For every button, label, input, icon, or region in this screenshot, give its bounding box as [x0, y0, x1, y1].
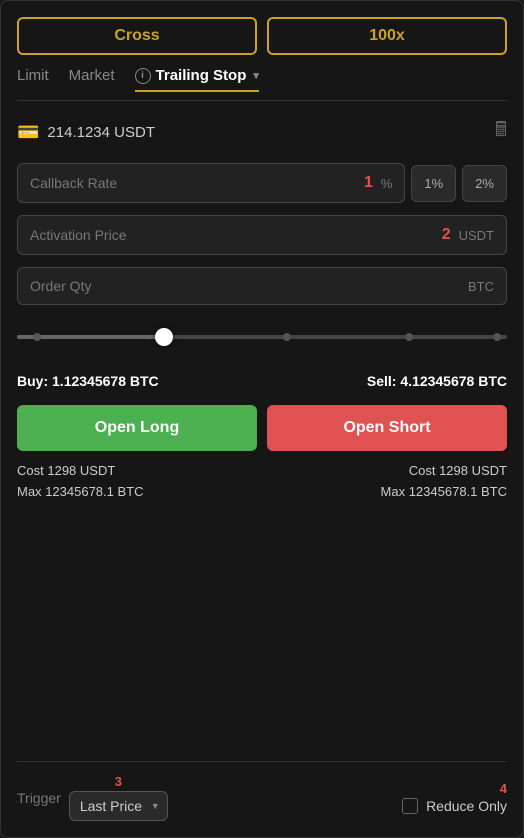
- activation-price-unit: USDT: [459, 228, 494, 243]
- trailing-stop-label: Trailing Stop: [156, 67, 247, 84]
- left-max-value: 12345678.1 BTC: [45, 484, 143, 499]
- buy-info: Buy: 1.12345678 BTC: [17, 373, 159, 389]
- slider-dot-end: [493, 333, 501, 341]
- left-cost-label: Cost: [17, 463, 44, 478]
- right-cost-value: 1298 USDT: [439, 463, 507, 478]
- trigger-left: Trigger 3 Last Price: [17, 774, 168, 821]
- buy-value: 1.12345678 BTC: [52, 373, 159, 389]
- balance-row: 💳 214.1234 USDT 🖩: [17, 113, 507, 151]
- open-long-button[interactable]: Open Long: [17, 405, 257, 451]
- tab-market[interactable]: Market: [69, 67, 115, 92]
- last-price-select[interactable]: Last Price: [69, 791, 168, 821]
- left-cost-line: Cost 1298 USDT: [17, 463, 143, 478]
- reduce-only-checkbox[interactable]: [402, 798, 418, 814]
- top-buttons-row: Cross 100x: [17, 17, 507, 55]
- activation-price-number: 2: [442, 226, 451, 244]
- left-max-line: Max 12345678.1 BTC: [17, 484, 143, 499]
- tab-trailing-stop[interactable]: i Trailing Stop ▾: [135, 67, 259, 92]
- reduce-content: Reduce Only: [402, 798, 507, 814]
- reduce-right: 4 Reduce Only: [402, 781, 507, 814]
- preset-2pct-button[interactable]: 2%: [462, 165, 507, 202]
- order-qty-label: Order Qty: [30, 278, 468, 294]
- left-max-label: Max: [17, 484, 42, 499]
- calculator-icon[interactable]: 🖩: [495, 115, 507, 149]
- sell-info: Sell: 4.12345678 BTC: [367, 373, 507, 389]
- balance-left: 💳 214.1234 USDT: [17, 122, 155, 143]
- trading-panel: Cross 100x Limit Market i Trailing Stop …: [0, 0, 524, 838]
- right-cost-line: Cost 1298 USDT: [409, 463, 507, 478]
- bottom-row: Trigger 3 Last Price 4 Reduce Only: [17, 761, 507, 821]
- info-icon: i: [135, 68, 151, 84]
- chevron-down-icon: ▾: [253, 69, 259, 82]
- tab-limit[interactable]: Limit: [17, 67, 49, 92]
- card-icon: 💳: [17, 122, 39, 143]
- action-buttons-row: Open Long Open Short: [17, 405, 507, 451]
- activation-price-label: Activation Price: [30, 227, 434, 243]
- slider-dot-middle2: [405, 333, 413, 341]
- callback-rate-row: Callback Rate 1 % 1% 2%: [17, 163, 507, 203]
- tabs-row: Limit Market i Trailing Stop ▾: [17, 67, 507, 101]
- slider-dot-start: [33, 333, 41, 341]
- order-qty-input[interactable]: Order Qty BTC: [17, 267, 507, 305]
- slider-container[interactable]: [17, 317, 507, 357]
- open-short-button[interactable]: Open Short: [267, 405, 507, 451]
- activation-price-input[interactable]: Activation Price 2 USDT: [17, 215, 507, 255]
- slider-track: [17, 335, 507, 339]
- sell-label: Sell:: [367, 373, 397, 389]
- callback-rate-number: 1: [364, 174, 373, 192]
- select-wrapper: Last Price: [69, 791, 168, 821]
- order-qty-unit: BTC: [468, 279, 494, 294]
- cross-button[interactable]: Cross: [17, 17, 257, 55]
- preset-1pct-button[interactable]: 1%: [411, 165, 456, 202]
- right-max-value: 12345678.1 BTC: [409, 484, 507, 499]
- right-max-line: Max 12345678.1 BTC: [381, 484, 507, 499]
- leverage-button[interactable]: 100x: [267, 17, 507, 55]
- callback-rate-label: Callback Rate: [30, 175, 356, 191]
- sell-value: 4.12345678 BTC: [400, 373, 507, 389]
- right-max-label: Max: [381, 484, 406, 499]
- slider-thumb[interactable]: [155, 328, 173, 346]
- right-cost-label: Cost: [409, 463, 436, 478]
- callback-rate-input[interactable]: Callback Rate 1 %: [17, 163, 405, 203]
- cost-max-container: Cost 1298 USDT Max 12345678.1 BTC Cost 1…: [17, 463, 507, 499]
- cost-max-right: Cost 1298 USDT Max 12345678.1 BTC: [381, 463, 507, 499]
- reduce-number: 4: [500, 781, 507, 796]
- balance-amount: 214.1234 USDT: [47, 124, 155, 141]
- trigger-number: 3: [115, 774, 122, 789]
- buy-label: Buy:: [17, 373, 48, 389]
- callback-rate-unit: %: [381, 176, 393, 191]
- trigger-select-container: 3 Last Price: [69, 774, 168, 821]
- buy-sell-row: Buy: 1.12345678 BTC Sell: 4.12345678 BTC: [17, 369, 507, 393]
- trigger-label: Trigger: [17, 790, 61, 806]
- slider-dot-middle1: [283, 333, 291, 341]
- cost-max-left: Cost 1298 USDT Max 12345678.1 BTC: [17, 463, 143, 499]
- left-cost-value: 1298 USDT: [47, 463, 115, 478]
- reduce-only-label: Reduce Only: [426, 798, 507, 814]
